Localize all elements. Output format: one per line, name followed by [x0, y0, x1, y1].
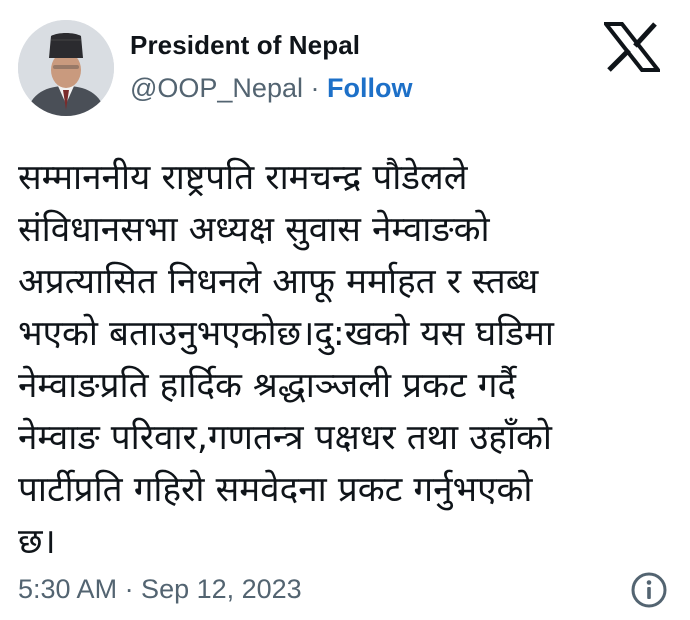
tweet-text: सम्माननीय राष्ट्रपति रामचन्द्र पौडेलले स… — [18, 158, 554, 562]
separator-dot: · — [310, 73, 327, 103]
tweet-timestamp[interactable]: 5:30 AM · Sep 12, 2023 — [18, 574, 302, 605]
author-avatar[interactable] — [18, 20, 114, 116]
author-handle[interactable]: @OOP_Nepal — [130, 73, 303, 103]
info-icon[interactable] — [630, 571, 668, 609]
tweet-card: President of Nepal @OOP_Nepal · Follow स… — [0, 0, 690, 620]
follow-button[interactable]: Follow — [327, 73, 412, 103]
x-logo-icon[interactable] — [601, 22, 663, 72]
author-handle-row: @OOP_Nepal · Follow — [130, 73, 412, 104]
author-display-name[interactable]: President of Nepal — [130, 30, 360, 61]
